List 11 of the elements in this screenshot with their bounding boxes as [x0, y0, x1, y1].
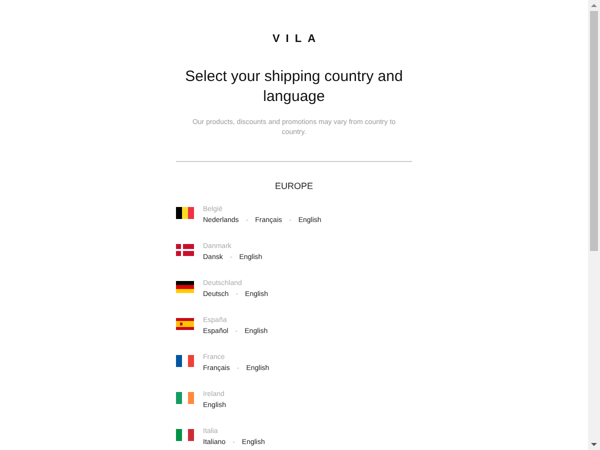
flag-icon	[176, 392, 194, 404]
flag-icon	[176, 318, 194, 330]
flag-icon	[176, 355, 194, 367]
flag-icon	[176, 244, 194, 256]
brand-logo[interactable]: VILA	[272, 33, 322, 45]
page-title: Select your shipping country and language	[184, 67, 404, 107]
flag-icon	[176, 281, 194, 293]
flag-icon	[176, 207, 194, 219]
region-heading: EUROPE	[274, 181, 313, 191]
flag-icon	[176, 429, 194, 441]
scrollbar[interactable]	[588, 0, 600, 450]
